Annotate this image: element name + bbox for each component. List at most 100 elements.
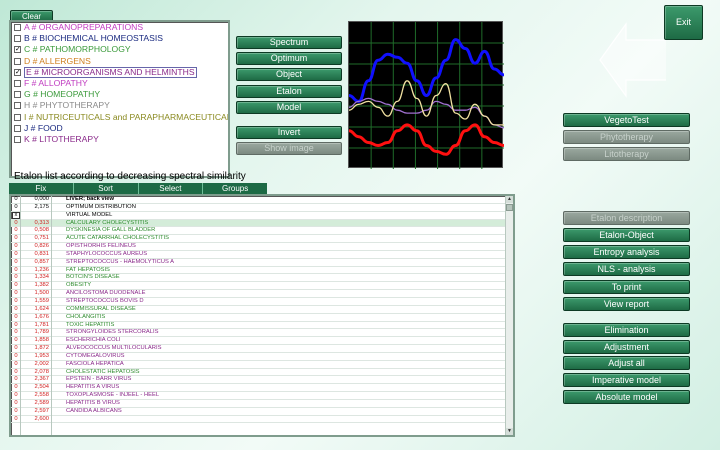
list-row[interactable]: 0 1,624 COMMISSURAL DISEASE xyxy=(11,306,513,314)
category-item[interactable]: ✓ C # PATHOMORPHOLOGY xyxy=(11,44,228,55)
category-item[interactable]: D # ALLERGENS xyxy=(11,56,228,67)
list-row[interactable]: 0 1,781 TOXIC HEPATITIS xyxy=(11,322,513,330)
scroll-up-arrow-icon[interactable]: ▲ xyxy=(506,196,513,203)
row-fix-flag[interactable]: 0 xyxy=(12,235,20,243)
list-row[interactable]: 0 0,508 DYSKINESIA OF GALL BLADDER xyxy=(11,227,513,236)
view-report-button[interactable]: View report xyxy=(563,297,690,311)
scroll-down-arrow-icon[interactable]: ▼ xyxy=(506,428,513,435)
adjustment-button[interactable]: Adjustment xyxy=(563,340,690,354)
spectrum-button[interactable]: Spectrum xyxy=(236,36,342,49)
category-checkbox[interactable] xyxy=(14,24,21,32)
category-checkbox[interactable] xyxy=(14,57,21,65)
list-row[interactable]: 0 1,236 FAT HEPATOSIS xyxy=(11,267,513,275)
list-row[interactable]: 0 1,872 ALVEOCOCCUS MULTILOCULARIS xyxy=(11,345,513,353)
nls-analysis-button[interactable]: NLS - analysis xyxy=(563,262,690,276)
row-fix-flag[interactable]: 0 xyxy=(12,314,20,322)
list-row[interactable]: 0 0,826 OPISTHORHIS FELINEUS xyxy=(11,243,513,251)
list-row[interactable]: 0 2,078 CHOLESTATIC HEPATOSIS xyxy=(11,369,513,377)
category-checkbox[interactable]: ✓ xyxy=(14,46,21,54)
phytotherapy-button[interactable]: Phytotherapy xyxy=(563,130,690,144)
exit-button[interactable]: Exit xyxy=(664,5,703,40)
category-checkbox[interactable] xyxy=(14,80,21,88)
row-fix-flag[interactable]: 0 xyxy=(12,204,20,212)
row-fix-flag[interactable]: 0 xyxy=(12,361,20,369)
list-row[interactable]: 0 0,751 ACUTE CATARRHAL CHOLECYSTITIS xyxy=(11,235,513,244)
absolute-model-button[interactable]: Absolute model xyxy=(563,390,690,404)
show-image-button[interactable]: Show image xyxy=(236,142,342,155)
scroll-thumb[interactable] xyxy=(506,204,513,211)
toolbar-fix-button[interactable]: Fix xyxy=(9,183,74,194)
row-fix-flag[interactable]: 0 xyxy=(12,220,20,228)
row-fix-flag[interactable]: x xyxy=(12,211,20,219)
category-item[interactable]: H # PHYTOTHERAPY xyxy=(11,100,228,111)
list-row[interactable]: 0 1,676 CHOLANGITIS xyxy=(11,314,513,322)
row-fix-flag[interactable]: 0 xyxy=(12,259,20,267)
list-row[interactable]: 0 1,334 BOTCIN'S DISEASE xyxy=(11,274,513,283)
row-fix-flag[interactable]: 0 xyxy=(12,337,20,345)
category-checkbox[interactable] xyxy=(14,135,21,143)
list-row[interactable]: 0 1,858 ESCHERICHIA COLI xyxy=(11,337,513,346)
toolbar-groups-button[interactable]: Groups xyxy=(203,183,267,194)
list-row[interactable]: 0 0,857 STREPTOCOCCUS - HAEMOLYTICUS A xyxy=(11,259,513,267)
category-item[interactable]: I # NUTRICEUTICALS and PARAPHARMACEUTICA… xyxy=(11,112,228,123)
list-row[interactable]: 0 2,175 OPTIMUM DISTRIBUTION xyxy=(11,204,513,212)
invert-button[interactable]: Invert xyxy=(236,126,342,139)
row-fix-flag[interactable]: 0 xyxy=(12,282,20,290)
category-checkbox[interactable] xyxy=(14,102,21,110)
category-checkbox[interactable] xyxy=(14,91,21,99)
list-row[interactable]: 0 1,500 ANCILOSTOMA DUODENALE xyxy=(11,290,513,298)
etalon-list[interactable]: 0 0,000 LIVER; back view 0 2,175 OPTIMUM DIST… xyxy=(9,194,515,437)
row-fix-flag[interactable]: 0 xyxy=(12,290,20,298)
row-fix-flag[interactable]: 0 xyxy=(12,274,20,282)
category-checkbox[interactable] xyxy=(14,35,21,43)
row-fix-flag[interactable]: 0 xyxy=(12,384,20,392)
list-row[interactable]: 0 0,313 CALCULARY CHOLECYSTITIS xyxy=(11,219,513,228)
to-print-button[interactable]: To print xyxy=(563,280,690,294)
list-scrollbar[interactable]: ▲ ▼ xyxy=(505,196,513,435)
list-row[interactable]: 0 2,589 HEPATITIS B VIRUS xyxy=(11,400,513,408)
category-item[interactable]: G # HOMEOPATHY xyxy=(11,89,228,100)
row-fix-flag[interactable]: 0 xyxy=(12,345,20,353)
object-button[interactable]: Object xyxy=(236,68,342,81)
entropy-analysis-button[interactable]: Entropy analysis xyxy=(563,245,690,259)
category-checkbox[interactable]: ✓ xyxy=(14,68,21,76)
row-fix-flag[interactable]: 0 xyxy=(12,408,20,416)
litotherapy-button[interactable]: Litotherapy xyxy=(563,147,690,161)
row-fix-flag[interactable]: 0 xyxy=(12,298,20,306)
model-button[interactable]: Model xyxy=(236,101,342,114)
category-item[interactable]: F # ALLOPATHY xyxy=(11,78,228,89)
row-fix-flag[interactable]: 0 xyxy=(12,353,20,361)
category-item[interactable]: K # LITOTHERAPY xyxy=(11,134,228,145)
vegetotest-button[interactable]: VegetoTest xyxy=(563,113,690,127)
row-fix-flag[interactable]: 0 xyxy=(12,243,20,251)
row-fix-flag[interactable]: 0 xyxy=(12,400,20,408)
row-fix-flag[interactable]: 0 xyxy=(12,322,20,330)
list-row[interactable]: 0 2,558 TOXOPLASMOSE - INJEEL - HEEL xyxy=(11,392,513,400)
etalon-object-button[interactable]: Etalon-Object xyxy=(563,228,690,242)
list-row[interactable]: 0 1,382 OBESITY xyxy=(11,282,513,291)
list-row[interactable]: 0 1,559 STREPTOCOCCUS BOVIS D xyxy=(11,298,513,306)
category-checkbox[interactable] xyxy=(14,124,21,132)
adjust-all-button[interactable]: Adjust all xyxy=(563,356,690,370)
list-row[interactable]: 0 0,831 STAPHYLOCOCCUS AUREUS xyxy=(11,251,513,259)
row-fix-flag[interactable]: 0 xyxy=(12,196,20,204)
list-row[interactable]: x VIRTUAL MODEL xyxy=(11,211,513,220)
row-fix-flag[interactable]: 0 xyxy=(12,267,20,275)
optimum-button[interactable]: Optimum xyxy=(236,52,342,65)
imperative-model-button[interactable]: Imperative model xyxy=(563,373,690,387)
list-row[interactable]: 0 1,953 CYTOMEGALOVIRUS xyxy=(11,353,513,361)
category-item[interactable]: J # FOOD xyxy=(11,123,228,134)
row-fix-flag[interactable]: 0 xyxy=(12,329,20,337)
category-item[interactable]: B # BIOCHEMICAL HOMEOSTASIS xyxy=(11,33,228,44)
category-checkbox[interactable] xyxy=(14,113,21,121)
list-row[interactable]: 0 2,002 FASCIOLA HEPATICA xyxy=(11,361,513,369)
row-fix-flag[interactable]: 0 xyxy=(12,251,20,259)
category-item[interactable]: A # ORGANOPREPARATIONS xyxy=(11,22,228,33)
row-fix-flag[interactable]: 0 xyxy=(12,416,20,424)
row-fix-flag[interactable]: 0 xyxy=(12,306,20,314)
list-row[interactable]: 0 2,597 CANDIDA ALBICANS xyxy=(11,408,513,416)
toolbar-sort-button[interactable]: Sort xyxy=(74,183,139,194)
elimination-button[interactable]: Elimination xyxy=(563,323,690,337)
row-fix-flag[interactable]: 0 xyxy=(12,227,20,235)
row-fix-flag[interactable]: 0 xyxy=(12,392,20,400)
